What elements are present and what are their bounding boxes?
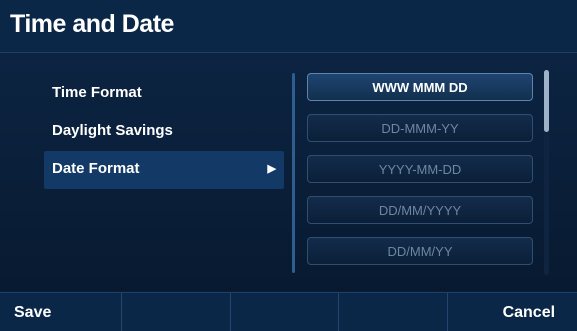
title-bar: Time and Date <box>0 0 577 53</box>
menu-item-label: Date Format <box>52 160 140 177</box>
option-dd-mm-yy[interactable]: DD/MM/YY <box>307 237 533 265</box>
option-dd-mm-yyyy[interactable]: DD/MM/YYYY <box>307 196 533 224</box>
option-www-mmm-dd[interactable]: WWW MMM DD <box>307 73 533 101</box>
save-button[interactable]: Save <box>0 293 123 331</box>
menu-item-date-format[interactable]: Date Format ▶ <box>44 151 284 189</box>
chevron-right-icon: ▶ <box>267 163 276 175</box>
softkey-2[interactable] <box>122 293 231 331</box>
settings-menu: Time Format Daylight Savings Date Format… <box>44 75 284 189</box>
main-content: Time Format Daylight Savings Date Format… <box>0 53 577 291</box>
scrollbar-thumb[interactable] <box>544 70 549 132</box>
menu-item-label: Daylight Savings <box>52 122 173 139</box>
softkey-bar: Save Cancel <box>0 292 577 331</box>
softkey-4[interactable] <box>339 293 448 331</box>
menu-item-time-format[interactable]: Time Format <box>44 75 284 113</box>
option-yyyy-mm-dd[interactable]: YYYY-MM-DD <box>307 155 533 183</box>
page-title: Time and Date <box>10 10 174 38</box>
option-dd-mmm-yy[interactable]: DD-MMM-YY <box>307 114 533 142</box>
menu-item-daylight-savings[interactable]: Daylight Savings <box>44 113 284 151</box>
menu-item-label: Time Format <box>52 84 142 101</box>
date-format-options: WWW MMM DD DD-MMM-YY YYYY-MM-DD DD/MM/YY… <box>307 73 533 278</box>
softkey-3[interactable] <box>231 293 340 331</box>
phone-screen: Time and Date Time Format Daylight Savin… <box>0 0 577 331</box>
scrollbar[interactable] <box>544 70 549 275</box>
cancel-button[interactable]: Cancel <box>448 293 577 331</box>
divider <box>292 73 295 273</box>
